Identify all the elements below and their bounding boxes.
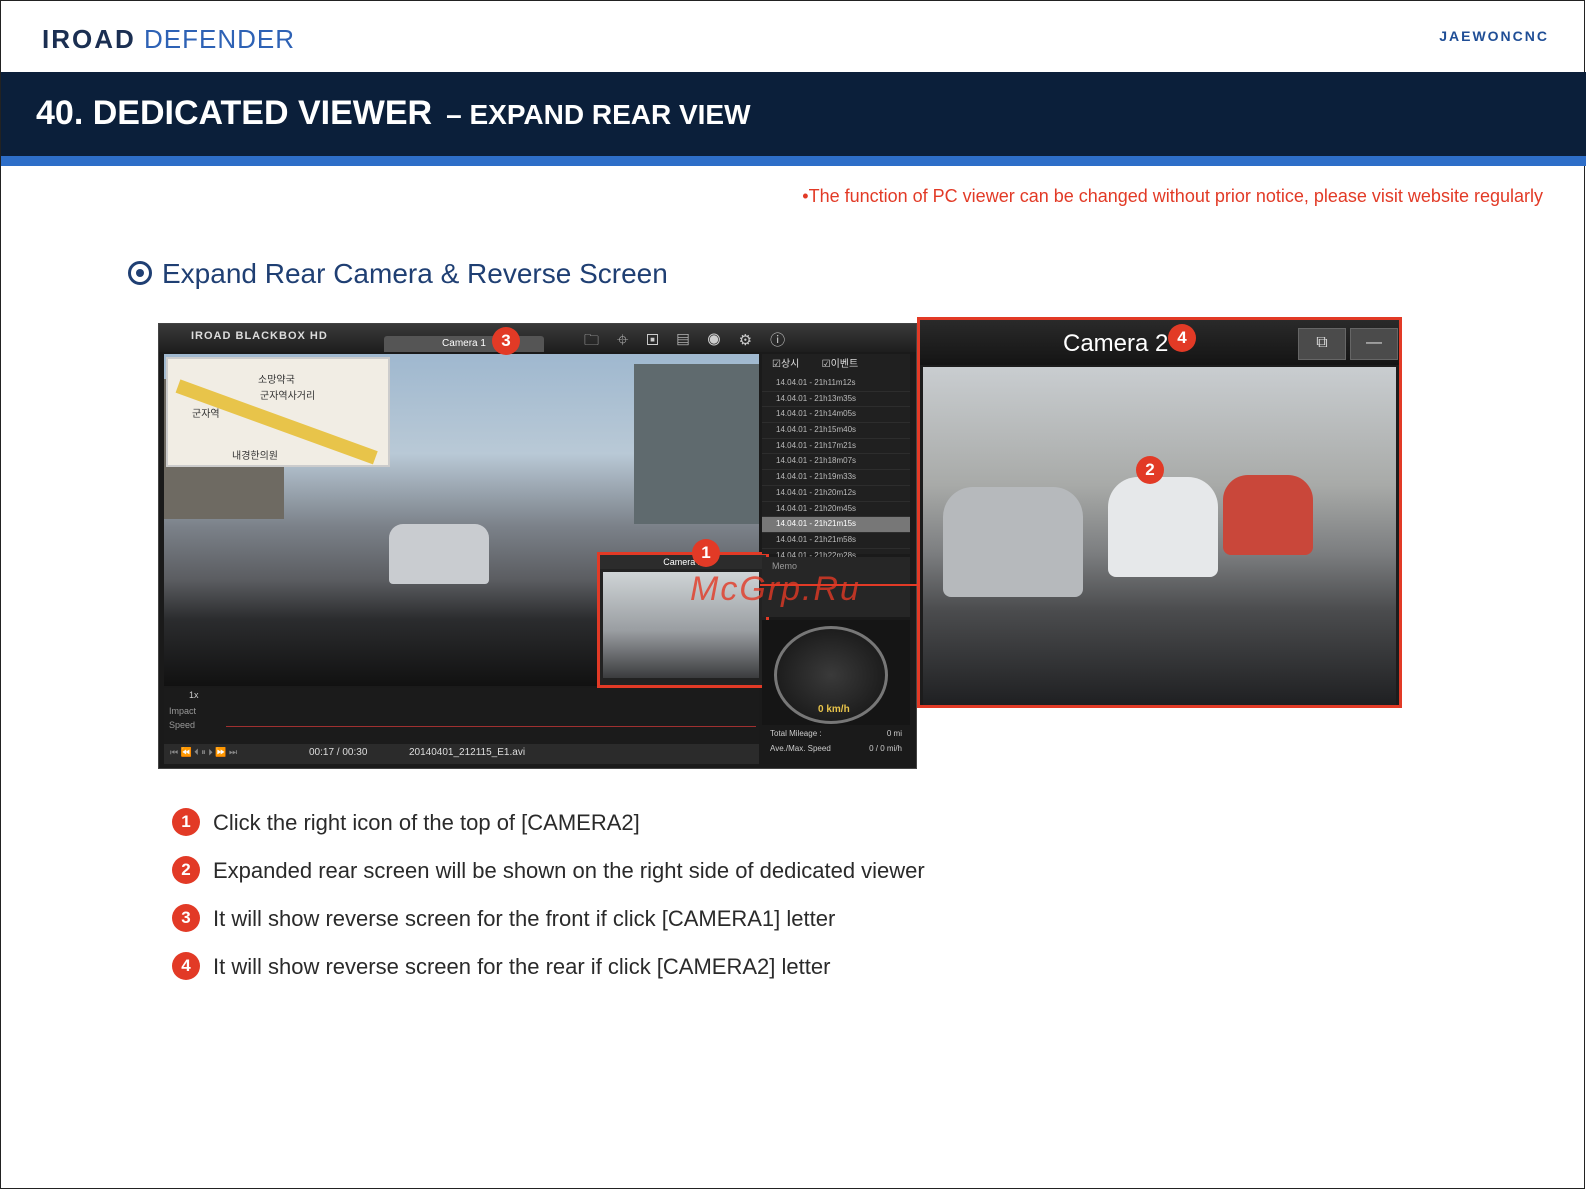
toolbar-icons: 🗀⌖▣▤◉⚙ⓘ [584,332,804,349]
map-panel[interactable]: 소망약국 군자역사거리 군자역 내경한의원 [166,357,390,467]
impact-label: Impact [169,706,197,716]
expanded-header: Camera 2 ⧉ — [920,320,1399,365]
target-bullet-icon [128,260,152,285]
speed-label: Speed [169,720,196,730]
rear-car-center [1108,477,1218,577]
viewer-toolbar: IROAD BLACKBOX HD Camera 1 🗀⌖▣▤◉⚙ⓘ [159,324,916,352]
restore-icon[interactable]: ⧉ [1298,328,1346,360]
callout-badge-2: 2 [1136,456,1164,484]
playback-controls[interactable]: ⏮ ⏪ ⏴ ⏸ ⏵ ⏩ ⏭ 00:17 / 00:30 20140401_212… [164,744,759,764]
playback-rate[interactable]: 1x [189,690,199,700]
file-list-item[interactable]: 14.04.01 - 21h13m35s [762,392,910,408]
step-text: Click the right icon of the top of [CAME… [213,810,640,835]
speed-readout: 0 km/h [818,704,850,715]
company-logo: JAEWONCNC [1439,28,1549,44]
file-list-item[interactable]: 14.04.01 - 21h19m33s [762,470,910,486]
section-heading: Expand Rear Camera & Reverse Screen [128,258,668,290]
front-car [389,524,489,584]
expanded-camera-label[interactable]: Camera 2 [1063,330,1168,358]
tab-camera-1[interactable]: Camera 1 [384,336,544,352]
impact-track [226,726,756,727]
file-list-item[interactable]: 14.04.01 - 21h15m40s [762,423,910,439]
viewer-screenshot: IROAD BLACKBOX HD Camera 1 🗀⌖▣▤◉⚙ⓘ 소망약국 … [158,323,917,769]
step-number-badge: 2 [172,856,200,884]
playback-time: 00:17 / 00:30 [309,747,368,758]
step-text: It will show reverse screen for the fron… [213,906,836,931]
page-subtitle: – EXPAND REAR VIEW [446,99,751,130]
callout-badge-3: 3 [492,327,520,355]
expanded-rear-view: Camera 2 ⧉ — [917,317,1402,708]
rear-car-right [1223,475,1313,555]
step-item: 3 It will show reverse screen for the fr… [172,902,1072,936]
map-label: 군자역사거리 [260,391,316,402]
playback-area: 1x Impact Speed ⏮ ⏪ ⏴ ⏸ ⏵ ⏩ ⏭ 00:17 / 00… [164,688,759,766]
file-list-item[interactable]: 14.04.01 - 21h14m05s [762,407,910,424]
step-item: 2 Expanded rear screen will be shown on … [172,854,1072,888]
file-list-item[interactable]: 14.04.01 - 21h17m21s [762,439,910,455]
callout-badge-4: 4 [1168,324,1196,352]
file-list-item[interactable]: 14.04.01 - 21h21m15s [762,517,910,533]
rear-car-left [943,487,1083,597]
transport-buttons[interactable]: ⏮ ⏪ ⏴ ⏸ ⏵ ⏩ ⏭ [170,747,237,758]
page-title: 40. DEDICATED VIEWER – EXPAND REAR VIEW [36,94,751,132]
step-number-badge: 3 [172,904,200,932]
trip-stats: Total Mileage :0 mi Ave./Max. Speed 0 / 0… [770,729,902,753]
step-item: 1 Click the right icon of the top of [CA… [172,806,1072,840]
viewer-logo: IROAD BLACKBOX HD [191,330,328,342]
step-item: 4 It will show reverse screen for the re… [172,950,1072,984]
file-list-item[interactable]: 14.04.01 - 21h20m45s [762,502,910,518]
building-right [634,364,759,524]
watermark: McGrp.Ru [690,570,861,608]
map-label: 내경한의원 [232,451,278,462]
step-text: It will show reverse screen for the rear… [213,954,831,979]
step-number-badge: 4 [172,952,200,980]
expanded-camera-image [923,367,1396,705]
camera-2-label[interactable]: Camera 2 [600,555,766,569]
file-list: ☑상시 ☑이벤트 14.04.01 - 21h11m12s 14.04.01 - … [762,354,910,565]
map-label: 군자역 [192,409,220,420]
step-text: Expanded rear screen will be shown on th… [213,858,925,883]
file-list-item[interactable]: 14.04.01 - 21h11m12s [762,376,910,392]
file-list-item[interactable]: 14.04.01 - 21h20m12s [762,486,910,502]
playback-filename: 20140401_212115_E1.avi [409,747,526,758]
speedometer: 0 km/h [762,620,910,725]
brand-logo: IROAD DEFENDER [42,24,296,54]
file-list-item[interactable]: 14.04.01 - 21h21m58s [762,533,910,549]
file-list-header: ☑상시 ☑이벤트 [772,359,859,370]
title-bar-accent [1,156,1586,166]
step-number-badge: 1 [172,808,200,836]
callout-badge-1: 1 [692,539,720,567]
front-camera-view: 소망약국 군자역사거리 군자역 내경한의원 Camera 2 [164,354,769,688]
map-label: 소망약국 [258,375,295,386]
minimize-icon[interactable]: — [1350,328,1398,360]
file-list-item[interactable]: 14.04.01 - 21h18m07s [762,454,910,471]
notice-text: •The function of PC viewer can be change… [802,186,1543,206]
